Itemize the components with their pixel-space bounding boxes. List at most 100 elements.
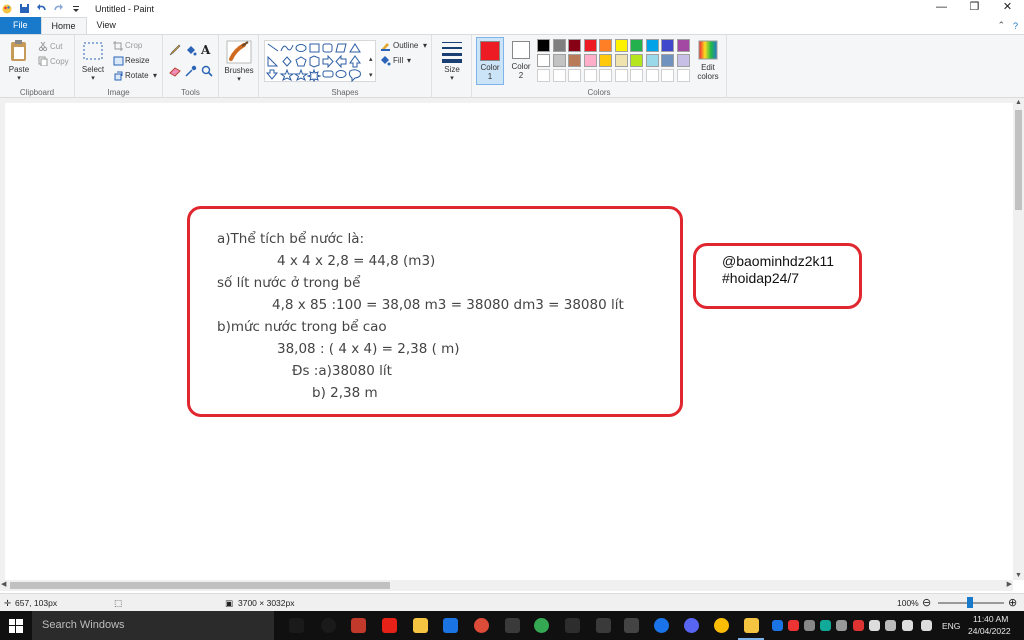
chrome-profile-2-icon[interactable] [714, 618, 729, 633]
palette-color-swatch[interactable] [614, 54, 628, 67]
app-icon[interactable] [624, 618, 639, 633]
palette-color-swatch[interactable] [599, 39, 612, 52]
windows-start-icon[interactable] [9, 619, 23, 635]
scroll-right-icon[interactable]: ▶ [1007, 580, 1012, 588]
color1-button[interactable]: Color 1 [476, 37, 504, 85]
zoom-in-icon[interactable]: ⊕ [1008, 596, 1017, 609]
chrome-icon[interactable] [474, 618, 489, 633]
redo-icon[interactable] [53, 3, 64, 14]
drawing-canvas[interactable]: a)Thể tích bể nước là: 4 x 4 x 2,8 = 44,… [5, 103, 1013, 580]
palette-color-swatch[interactable] [537, 39, 550, 52]
scroll-up-icon[interactable]: ▲ [1015, 99, 1022, 106]
save-icon[interactable] [19, 3, 30, 14]
palette-color-swatch[interactable] [552, 54, 566, 67]
palette-color-swatch[interactable] [645, 54, 659, 67]
fill-dropdown-icon[interactable]: ▾ [407, 56, 411, 65]
zoom-out-icon[interactable]: ⊖ [922, 596, 931, 609]
youtube-icon[interactable] [382, 618, 397, 633]
palette-color-swatch[interactable] [583, 39, 597, 52]
tool-tray-icon[interactable] [836, 620, 847, 631]
minimize-button[interactable]: — [925, 0, 958, 16]
restore-button[interactable]: ❐ [958, 0, 991, 16]
messenger-icon[interactable] [772, 620, 783, 631]
rotate-button[interactable]: Rotate [125, 71, 149, 80]
help-icon[interactable]: ? [1013, 21, 1018, 31]
color-picker-icon[interactable] [185, 65, 197, 77]
horizontal-scrollbar[interactable]: ◀ ▶ [0, 580, 1013, 591]
palette-color-swatch[interactable] [676, 39, 690, 52]
custom-color-slot[interactable] [599, 69, 612, 82]
palette-color-swatch[interactable] [630, 54, 643, 67]
scroll-left-icon[interactable]: ◀ [1, 580, 6, 588]
resize-button[interactable]: Resize [125, 56, 149, 65]
close-button[interactable]: ✕ [991, 0, 1024, 16]
shapes-more-icon[interactable]: ▾ [369, 71, 373, 79]
clock-date[interactable]: 24/04/2022 [968, 626, 1011, 636]
select-button[interactable]: Select ▾ [79, 41, 107, 82]
shapes-scroll-icon[interactable]: ▴ [369, 55, 373, 63]
text-tool-icon[interactable]: A [201, 43, 213, 57]
fill-button[interactable]: Fill [393, 56, 403, 65]
customize-toolbar-icon[interactable] [70, 3, 81, 14]
task-view-icon[interactable] [289, 618, 304, 633]
outline-button[interactable]: Outline [393, 41, 418, 50]
file-explorer-icon[interactable] [413, 618, 428, 633]
brushes-button[interactable]: Brushes ▾ [223, 40, 255, 83]
tab-file[interactable]: File [0, 17, 41, 34]
cut-button[interactable]: Cut [50, 42, 62, 51]
language-indicator[interactable]: ENG [942, 621, 960, 631]
tray-icon-v[interactable] [869, 620, 880, 631]
palette-color-swatch[interactable] [645, 39, 659, 52]
tab-home[interactable]: Home [40, 17, 87, 34]
show-hidden-icon[interactable] [885, 620, 896, 631]
palette-color-swatch[interactable] [552, 39, 566, 52]
custom-color-slot[interactable] [614, 69, 628, 82]
minimize-ribbon-icon[interactable]: ⌃ [997, 20, 1005, 31]
fill-bucket-icon[interactable] [185, 44, 197, 56]
pencil-icon[interactable] [169, 44, 181, 56]
palette-color-swatch[interactable] [676, 54, 690, 67]
zalo-icon[interactable] [443, 618, 458, 633]
taskbar-search-box[interactable]: Search Windows [32, 611, 274, 640]
color2-button[interactable]: Color 2 [507, 37, 535, 85]
palette-color-swatch[interactable] [661, 54, 674, 67]
custom-color-slot[interactable] [661, 69, 674, 82]
discord-icon[interactable] [684, 618, 699, 633]
copy-button[interactable]: Copy [50, 57, 69, 66]
custom-color-slot[interactable] [630, 69, 643, 82]
palette-color-swatch[interactable] [599, 54, 612, 67]
network-icon[interactable] [902, 620, 913, 631]
zoom-slider-thumb[interactable] [967, 597, 973, 608]
paint-taskbar-icon[interactable] [744, 618, 759, 633]
paste-button[interactable]: Paste ▾ [6, 39, 32, 82]
outline-dropdown-icon[interactable]: ▾ [423, 41, 427, 50]
size-button[interactable]: Size ▾ [438, 39, 466, 82]
vertical-scrollbar[interactable]: ▲ ▼ [1013, 98, 1024, 580]
edit-colors-button[interactable]: Edit colors [694, 39, 722, 81]
rotate-dropdown-icon[interactable]: ▾ [153, 71, 157, 80]
mini-icon[interactable] [804, 620, 815, 631]
volume-icon[interactable] [921, 620, 932, 631]
palette-color-swatch[interactable] [568, 54, 581, 67]
palette-color-swatch[interactable] [630, 39, 643, 52]
custom-color-slot[interactable] [676, 69, 690, 82]
clock-time[interactable]: 11:40 AM [973, 614, 1008, 624]
custom-color-slot[interactable] [537, 69, 550, 82]
custom-color-slot[interactable] [568, 69, 581, 82]
palette-color-swatch[interactable] [537, 54, 550, 67]
crop-button[interactable]: Crop [125, 41, 142, 50]
media-app-icon[interactable] [351, 618, 366, 633]
chrome-alt-icon[interactable] [534, 618, 549, 633]
antivirus-icon[interactable] [820, 620, 831, 631]
horizontal-scroll-thumb[interactable] [10, 582, 390, 589]
scroll-down-icon[interactable]: ▼ [1015, 572, 1022, 579]
magnifier-icon[interactable] [201, 65, 213, 77]
camera-icon[interactable] [596, 618, 611, 633]
shapes-gallery[interactable] [264, 40, 376, 83]
palette-color-swatch[interactable] [661, 39, 674, 52]
palette-color-swatch[interactable] [583, 54, 597, 67]
terminal-icon[interactable] [565, 618, 580, 633]
tab-view[interactable]: View [87, 17, 126, 34]
vivaldi-icon[interactable] [853, 620, 864, 631]
custom-color-slot[interactable] [583, 69, 597, 82]
